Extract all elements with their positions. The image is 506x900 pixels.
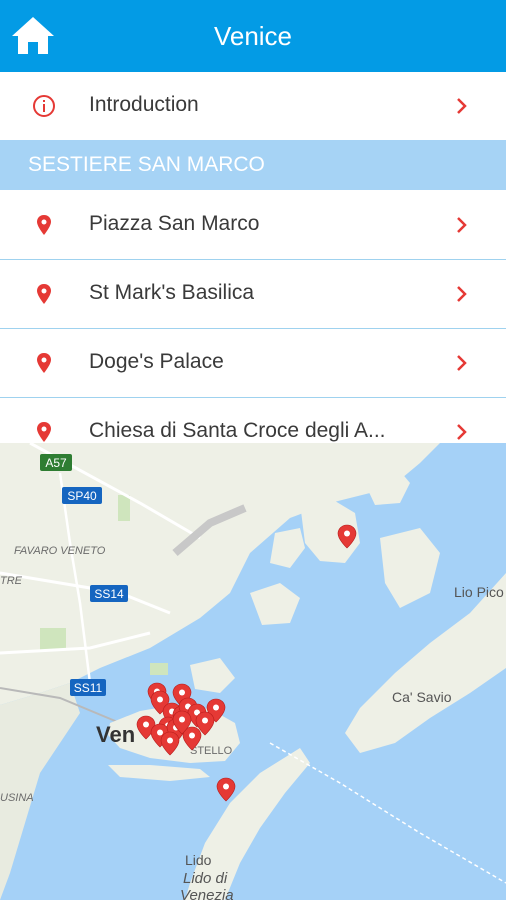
list-item-introduction[interactable]: Introduction xyxy=(0,72,506,140)
list-item-label: Introduction xyxy=(89,93,199,116)
map-pin-icon xyxy=(37,284,51,304)
svg-text:SS11: SS11 xyxy=(74,681,103,695)
list-item-label: Chiesa di Santa Croce degli A... xyxy=(89,419,386,442)
road-shield-a57: A57 xyxy=(40,454,72,471)
list-item-place[interactable]: Doge's Palace xyxy=(0,329,506,398)
map-pin-icon xyxy=(37,353,51,373)
list-item-place[interactable]: Piazza San Marco xyxy=(0,190,506,260)
map-label-lido-di: Lido di xyxy=(183,870,228,887)
chevron-right-icon xyxy=(457,424,467,440)
map-label-favaro: FAVARO VENETO xyxy=(14,545,106,557)
map-label-venezia: Venezia xyxy=(180,887,234,900)
map-label-lio-pico: Lio Pico xyxy=(454,584,504,600)
park-area xyxy=(40,628,66,650)
page-title: Venice xyxy=(213,21,293,51)
svg-text:SP40: SP40 xyxy=(67,489,97,503)
map-pin-icon xyxy=(37,215,51,235)
chevron-right-icon xyxy=(457,217,467,233)
list-item-label: St Mark's Basilica xyxy=(89,281,255,304)
chevron-right-icon xyxy=(457,355,467,371)
park-area xyxy=(150,663,168,675)
map-label-venice: Ven xyxy=(96,722,135,747)
road-shield-ss14: SS14 xyxy=(90,585,128,602)
map-view[interactable]: A57 SP40 SS14 SS11 FAVARO VENETO TRE Lio… xyxy=(0,443,506,900)
chevron-right-icon xyxy=(457,98,467,114)
list-item-place[interactable]: St Mark's Basilica xyxy=(0,260,506,329)
svg-text:A57: A57 xyxy=(45,456,67,470)
map-label-tre: TRE xyxy=(0,575,23,587)
info-icon xyxy=(33,95,55,117)
road-shield-ss11: SS11 xyxy=(70,679,106,696)
map-label-ca-savio: Ca' Savio xyxy=(392,689,452,705)
map-label-usina: USINA xyxy=(0,792,34,804)
list-item-place[interactable]: Chiesa di Santa Croce degli A... xyxy=(0,398,506,444)
list-item-label: Doge's Palace xyxy=(89,350,224,373)
map-label-castello: STELLO xyxy=(190,745,233,757)
map-pin-icon xyxy=(37,422,51,442)
list-item-label: Piazza San Marco xyxy=(89,212,260,235)
section-header: SESTIERE SAN MARCO xyxy=(0,140,506,190)
map-label-lido: Lido xyxy=(185,852,212,868)
road-shield-sp40: SP40 xyxy=(62,487,102,504)
chevron-right-icon xyxy=(457,286,467,302)
app-header: Venice xyxy=(0,0,506,72)
map-canvas[interactable]: A57 SP40 SS14 SS11 FAVARO VENETO TRE Lio… xyxy=(0,443,506,900)
park-area xyxy=(118,495,130,521)
svg-text:SS14: SS14 xyxy=(94,587,124,601)
